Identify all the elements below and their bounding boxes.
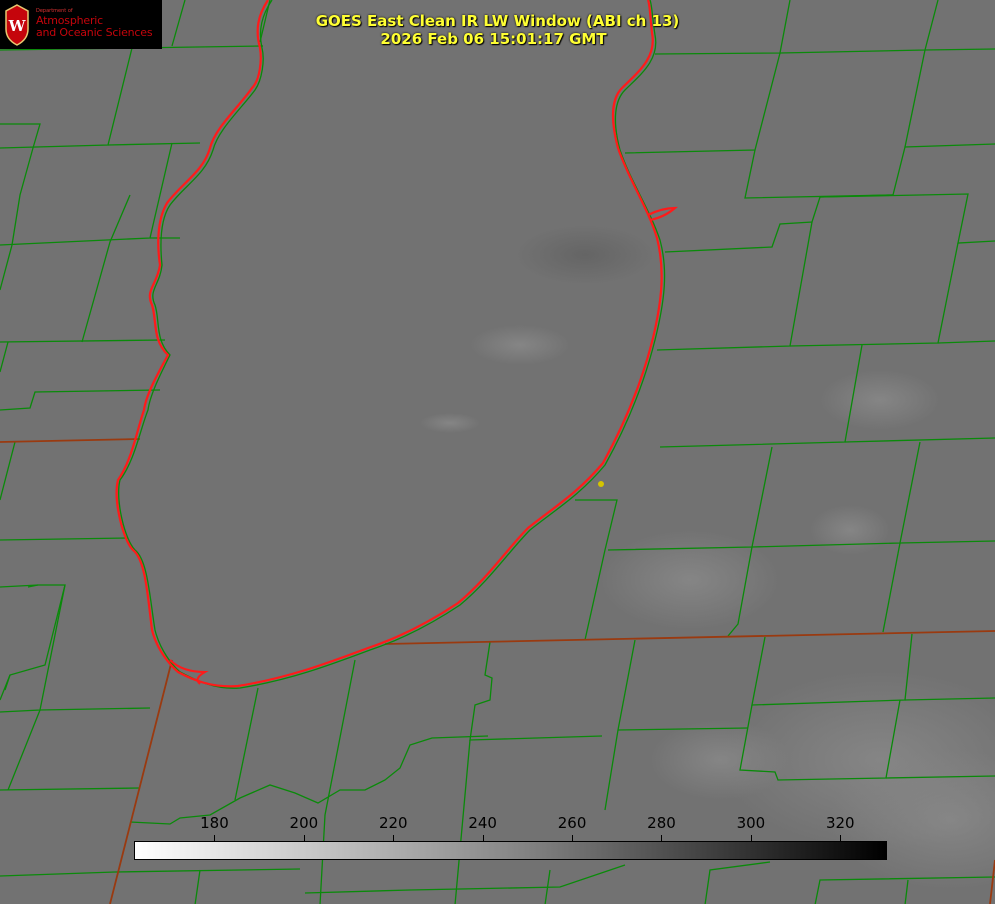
uw-aos-logo: W Department of Atmospheric and Oceanic … [0,0,162,49]
colorbar-tick-label: 220 [378,814,408,832]
colorbar-tick-label: 300 [736,814,766,832]
logo-text: Department of Atmospheric and Oceanic Sc… [36,8,153,40]
colorbar-tick-label: 180 [200,814,229,832]
colorbar-tick-label: 200 [289,814,319,832]
colorbar-tick-label: 240 [468,814,497,832]
lake-michigan-outline-red [115,0,678,688]
lake-michigan-shoreline-green [118,0,666,689]
colorbar-tick-label: 260 [557,814,587,832]
logo-name-line2: and Oceanic Sciences [36,26,153,40]
colorbar-tick-label: 280 [647,814,676,832]
seal-letter: W [8,17,27,35]
colorbar-legend: 180 200 220 240 260 280 300 320 [134,814,887,860]
satellite-image-frame: GOES East Clean IR LW Window (ABI ch 13)… [0,0,995,904]
colorbar-tick-label: 320 [825,814,855,832]
satellite-map [0,0,995,904]
uw-seal-icon: W [5,3,29,46]
colorbar-gradient [134,841,887,860]
city-marker [598,481,604,487]
